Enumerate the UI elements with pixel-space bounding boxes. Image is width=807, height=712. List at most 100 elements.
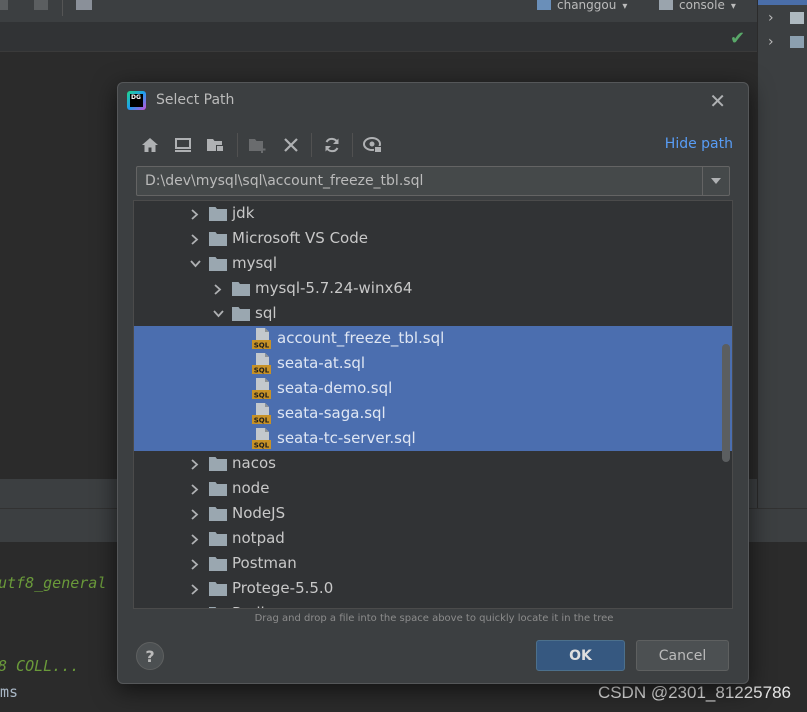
chevron-right-icon[interactable] — [189, 483, 201, 495]
tree-item-label: Protege-5.5.0 — [232, 579, 334, 597]
chevron-right-icon[interactable]: › — [768, 10, 774, 26]
dialog-titlebar: DG Select Path ✕ — [118, 83, 748, 119]
tree-item-label: mysql-5.7.24-winx64 — [255, 279, 413, 297]
folder-icon — [232, 281, 250, 296]
console-label: console — [679, 0, 725, 12]
tree-item-label: account_freeze_tbl.sql — [277, 329, 445, 347]
tree-item-folder[interactable]: nacos — [134, 451, 732, 476]
tree-item-folder[interactable]: Microsoft VS Code — [134, 226, 732, 251]
folder-icon — [209, 256, 227, 271]
ok-button[interactable]: OK — [536, 640, 625, 671]
tree-item-label: notpad — [232, 529, 285, 547]
tree-item-label: seata-saga.sql — [277, 404, 386, 422]
sql-file-icon: SQL — [252, 328, 272, 350]
chevron-right-icon[interactable] — [212, 283, 224, 295]
svg-text:SQL: SQL — [254, 442, 270, 450]
chevron-down-icon[interactable] — [189, 258, 201, 270]
path-input[interactable] — [137, 167, 702, 195]
console-selector[interactable]: console ▾ — [659, 0, 736, 12]
tree-item-folder[interactable]: node — [134, 476, 732, 501]
tree-item-folder[interactable]: jdk — [134, 201, 732, 226]
tree-item-folder[interactable]: NodeJS — [134, 501, 732, 526]
drag-drop-hint: Drag and drop a file into the space abov… — [254, 613, 614, 624]
table-icon[interactable] — [76, 0, 92, 10]
toolbar-divider — [352, 133, 353, 157]
tree-item-folder[interactable]: sql — [134, 301, 732, 326]
folder-icon — [232, 306, 250, 321]
file-chooser-toolbar — [136, 131, 736, 159]
tree-item-file[interactable]: SQL seata-tc-server.sql — [134, 426, 732, 451]
chevron-down-icon: ▾ — [730, 1, 736, 12]
stop-icon[interactable] — [34, 0, 48, 10]
toolbar-divider — [237, 133, 238, 157]
tree-item-label: Postman — [232, 554, 297, 572]
tree-item-folder[interactable]: Protege-5.5.0 — [134, 576, 732, 601]
tree-item-folder[interactable]: mysql — [134, 251, 732, 276]
tree-item-label: node — [232, 479, 270, 497]
tree-item-folder[interactable]: notpad — [134, 526, 732, 551]
sql-file-icon: SQL — [252, 403, 272, 425]
svg-text:SQL: SQL — [254, 367, 270, 375]
chevron-right-icon[interactable] — [189, 208, 201, 220]
chevron-right-icon[interactable] — [189, 458, 201, 470]
tree-item-file[interactable]: SQL account_freeze_tbl.sql — [134, 326, 732, 351]
help-button[interactable]: ? — [136, 642, 164, 670]
tree-item-label: sql — [255, 304, 277, 322]
sql-file-icon: SQL — [252, 353, 272, 375]
toolbar-divider — [62, 0, 63, 16]
chevron-right-icon[interactable] — [189, 533, 201, 545]
chevron-down-icon[interactable] — [212, 308, 224, 320]
chevron-right-icon[interactable] — [189, 508, 201, 520]
tree-item-label: Microsoft VS Code — [232, 229, 368, 247]
delete-icon[interactable] — [277, 131, 305, 159]
project-selector[interactable]: changgou ▾ — [537, 0, 627, 12]
tree-scrollbar[interactable] — [722, 344, 730, 462]
dialog-title: Select Path — [156, 92, 235, 108]
close-icon[interactable]: ✕ — [709, 89, 726, 113]
new-folder-icon[interactable] — [244, 131, 272, 159]
console-line: 8 COLL... — [0, 657, 80, 675]
tree-item-label: Redis — [232, 604, 272, 608]
chevron-right-icon[interactable] — [189, 233, 201, 245]
panel-accent — [758, 0, 807, 5]
tree-item-label: seata-at.sql — [277, 354, 366, 372]
tree-item-folder[interactable]: mysql-5.7.24-winx64 — [134, 276, 732, 301]
tree-item-file[interactable]: SQL seata-saga.sql — [134, 401, 732, 426]
svg-text:SQL: SQL — [254, 342, 270, 350]
tree-item-file[interactable]: SQL seata-demo.sql — [134, 376, 732, 401]
toolbar-stub — [0, 0, 8, 10]
editor-tab-strip — [0, 22, 757, 52]
chevron-right-icon[interactable] — [189, 558, 201, 570]
file-tree[interactable]: jdk Microsoft VS Code mysql mysql-5.7.24-wi… — [133, 200, 733, 609]
chevron-right-icon[interactable]: › — [768, 34, 774, 50]
tree-item-file[interactable]: SQL seata-at.sql — [134, 351, 732, 376]
tree-item-folder[interactable]: Postman — [134, 551, 732, 576]
project-folder-icon[interactable] — [202, 131, 230, 159]
tree-item-label: nacos — [232, 454, 276, 472]
sql-file-icon: SQL — [252, 378, 272, 400]
chevron-down-icon: ▾ — [622, 1, 628, 12]
path-dropdown-button[interactable] — [702, 167, 729, 195]
home-icon[interactable] — [136, 131, 164, 159]
refresh-icon[interactable] — [318, 131, 346, 159]
desktop-icon[interactable] — [169, 131, 197, 159]
chevron-right-icon[interactable] — [189, 583, 201, 595]
path-combobox[interactable] — [136, 166, 730, 196]
folder-icon — [209, 531, 227, 546]
tree-item-label: mysql — [232, 254, 277, 272]
console-icon — [659, 0, 673, 10]
folder-icon — [209, 581, 227, 596]
cancel-button[interactable]: Cancel — [636, 640, 729, 671]
console-line: ms — [0, 683, 19, 701]
svg-text:SQL: SQL — [254, 417, 270, 425]
tree-item-folder[interactable]: Redis — [134, 601, 732, 609]
show-hidden-icon[interactable] — [359, 131, 387, 159]
project-label: changgou — [557, 0, 617, 12]
hide-path-link[interactable]: Hide path — [665, 136, 733, 152]
chevron-right-icon[interactable] — [189, 608, 201, 609]
schema-icon — [537, 0, 551, 10]
folder-icon — [209, 206, 227, 221]
folder-icon — [209, 506, 227, 521]
tree-item-label: seata-tc-server.sql — [277, 429, 416, 447]
sql-file-icon: SQL — [252, 428, 272, 450]
